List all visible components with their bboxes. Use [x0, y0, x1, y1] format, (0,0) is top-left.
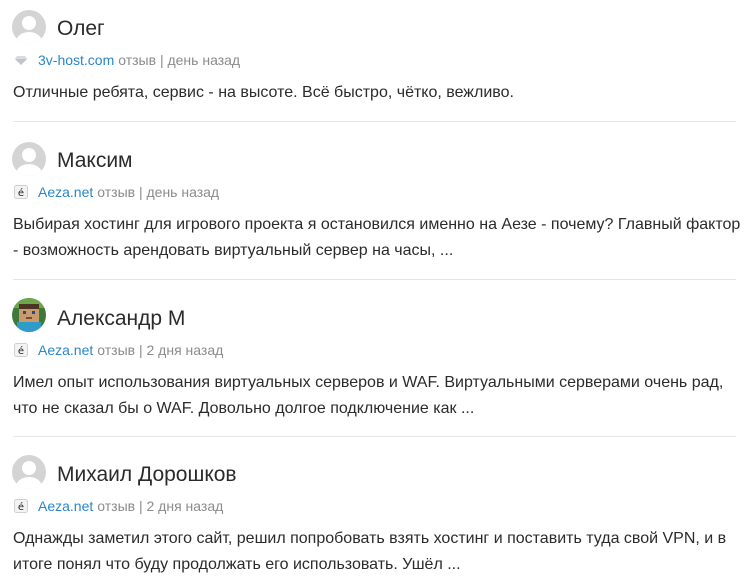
- review-card: Михаил Дорошков é Aeza.net отзыв | 2 дня…: [0, 0, 750, 583]
- default-user-avatar-icon: [12, 455, 46, 489]
- site-link[interactable]: Aeza.net: [38, 497, 93, 515]
- aeza-logo-icon: é: [14, 499, 28, 513]
- review-meta: é Aeza.net отзыв | 2 дня назад: [14, 497, 223, 515]
- review-text: Однажды заметил этого сайт, решил попроб…: [13, 530, 727, 573]
- avatar[interactable]: [12, 455, 46, 489]
- review-date: отзыв | 2 дня назад: [97, 498, 224, 514]
- reviews-list: Олег 3v-host.com отзыв | день назад Отли…: [0, 0, 750, 583]
- svg-text:é: é: [18, 501, 24, 513]
- review-author[interactable]: Михаил Дорошков: [57, 463, 237, 487]
